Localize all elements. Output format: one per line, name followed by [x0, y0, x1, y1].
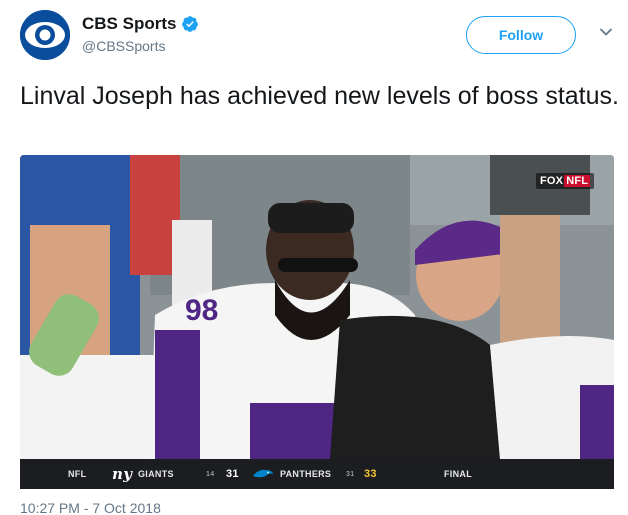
scoreboard-status: FINAL	[444, 469, 472, 479]
panthers-logo-icon	[253, 469, 273, 478]
nfl-logo-text: NFL	[564, 175, 591, 187]
giants-logo-icon: ny	[112, 465, 133, 483]
scoreboard-bar: NFL ny GIANTS 14 31 PANTHERS 31 33 FINAL	[20, 459, 614, 489]
scoreboard-team2-name: PANTHERS	[280, 469, 332, 479]
scoreboard-league: NFL	[68, 469, 87, 479]
avatar[interactable]	[20, 10, 70, 60]
tweet-timestamp[interactable]: 10:27 PM - 7 Oct 2018	[20, 500, 161, 515]
tweet-header: CBS Sports @CBSSports Follow	[20, 10, 620, 62]
verified-badge-icon	[182, 16, 199, 32]
tweet-card: CBS Sports @CBSSports Follow Linval Jose…	[0, 0, 628, 515]
display-name-row: CBS Sports	[82, 14, 199, 34]
scoreboard-team2-record: 31	[346, 470, 355, 478]
display-name[interactable]: CBS Sports	[82, 14, 176, 34]
svg-text:98: 98	[185, 294, 218, 327]
scoreboard-team1-name: GIANTS	[138, 469, 174, 479]
scoreboard-team1-score: 31	[226, 468, 239, 480]
follow-button[interactable]: Follow	[466, 16, 576, 54]
account-handle[interactable]: @CBSSports	[82, 38, 199, 54]
scoreboard-team2-score: 33	[364, 468, 377, 480]
cbs-eye-logo-icon	[20, 10, 70, 60]
account-names: CBS Sports @CBSSports	[82, 14, 199, 54]
tweet-text: Linval Joseph has achieved new levels of…	[20, 82, 619, 110]
chevron-down-icon[interactable]	[598, 24, 614, 40]
fox-logo-text: FOX	[540, 175, 564, 187]
network-bug: FOX NFL	[536, 173, 595, 189]
tweet-media-video[interactable]: 98 FOXNFL NFL ny GIANTS 14 31 PANTHERS	[20, 155, 614, 489]
sideline-scene-image: 98	[20, 155, 614, 489]
scoreboard-team1-record: 14	[206, 470, 215, 478]
